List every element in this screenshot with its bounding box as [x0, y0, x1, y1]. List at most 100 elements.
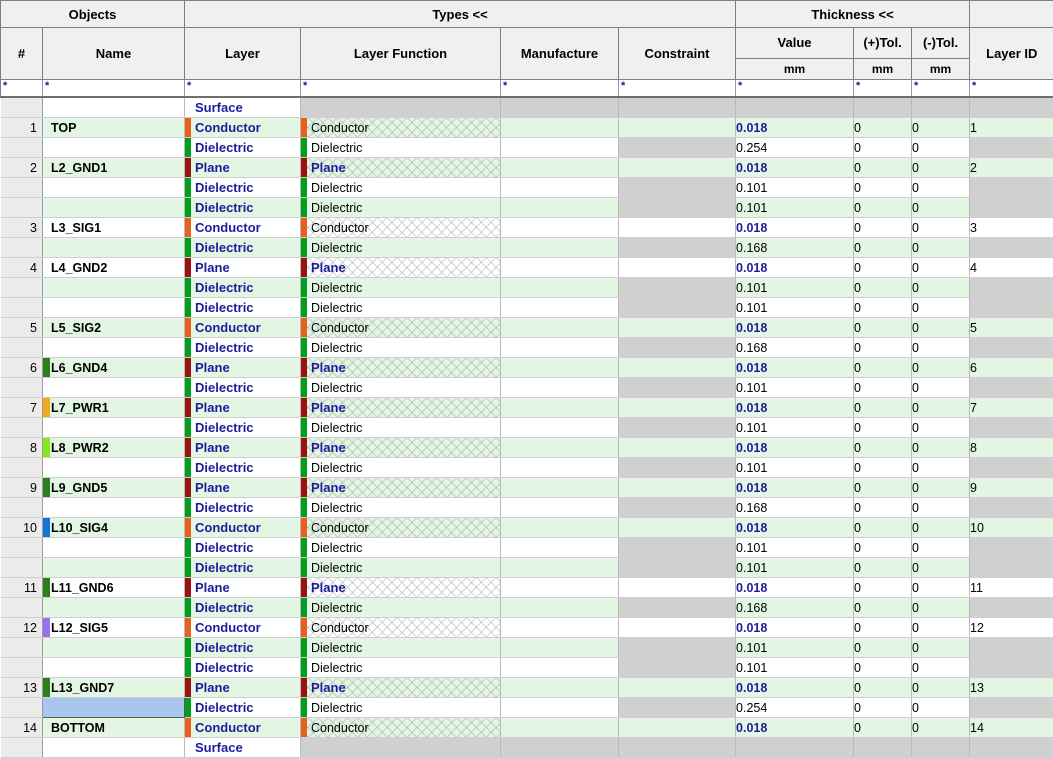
cell-manufacture[interactable] — [501, 97, 619, 118]
cell-thickness-value[interactable]: 0.101 — [736, 198, 854, 218]
cell-index[interactable] — [1, 378, 43, 398]
cell-index[interactable]: 5 — [1, 318, 43, 338]
cell-layer-id[interactable] — [970, 498, 1053, 518]
cell-minus-tolerance[interactable]: 0 — [912, 698, 970, 718]
cell-constraint[interactable] — [619, 538, 736, 558]
cell-thickness-value[interactable]: 0.018 — [736, 478, 854, 498]
header-col-manufacture[interactable]: Manufacture — [501, 28, 619, 80]
cell-minus-tolerance[interactable]: 0 — [912, 158, 970, 178]
table-row[interactable]: 11L11_GND6PlanePlane0.0180011 — [1, 578, 1053, 598]
cell-manufacture[interactable] — [501, 498, 619, 518]
cell-layer-id[interactable] — [970, 638, 1053, 658]
filter-cell-index[interactable]: * — [1, 80, 43, 98]
table-row[interactable]: DielectricDielectric0.10100 — [1, 178, 1053, 198]
cell-layer-id[interactable]: 7 — [970, 398, 1053, 418]
cell-minus-tolerance[interactable]: 0 — [912, 438, 970, 458]
cell-constraint[interactable] — [619, 498, 736, 518]
cell-manufacture[interactable] — [501, 218, 619, 238]
cell-name[interactable] — [43, 278, 185, 298]
cell-name[interactable]: L6_GND4 — [43, 358, 185, 378]
cell-name[interactable] — [43, 738, 185, 758]
cell-layer-id[interactable]: 10 — [970, 518, 1053, 538]
cell-minus-tolerance[interactable]: 0 — [912, 278, 970, 298]
cell-plus-tolerance[interactable]: 0 — [854, 198, 912, 218]
cell-layer-id[interactable] — [970, 198, 1053, 218]
cell-index[interactable] — [1, 418, 43, 438]
cell-layer-function[interactable]: Plane — [301, 478, 501, 498]
cell-constraint[interactable] — [619, 298, 736, 318]
cell-layer-function[interactable]: Dielectric — [301, 418, 501, 438]
cell-thickness-value[interactable]: 0.101 — [736, 458, 854, 478]
cell-minus-tolerance[interactable]: 0 — [912, 258, 970, 278]
cell-minus-tolerance[interactable]: 0 — [912, 578, 970, 598]
cell-minus-tolerance[interactable]: 0 — [912, 138, 970, 158]
cell-minus-tolerance[interactable] — [912, 97, 970, 118]
cell-manufacture[interactable] — [501, 538, 619, 558]
cell-minus-tolerance[interactable]: 0 — [912, 518, 970, 538]
cell-plus-tolerance[interactable]: 0 — [854, 358, 912, 378]
cell-manufacture[interactable] — [501, 618, 619, 638]
header-col-plus-tol[interactable]: (+)Tol. — [854, 28, 912, 59]
cell-layer-function[interactable]: Dielectric — [301, 278, 501, 298]
filter-cell-name[interactable]: * — [43, 80, 185, 98]
cell-layer[interactable]: Dielectric — [185, 338, 301, 358]
cell-layer-id[interactable] — [970, 178, 1053, 198]
cell-layer-id[interactable]: 14 — [970, 718, 1053, 738]
cell-layer[interactable]: Conductor — [185, 218, 301, 238]
cell-minus-tolerance[interactable]: 0 — [912, 658, 970, 678]
cell-thickness-value[interactable]: 0.018 — [736, 518, 854, 538]
cell-minus-tolerance[interactable]: 0 — [912, 458, 970, 478]
cell-layer[interactable]: Plane — [185, 478, 301, 498]
cell-constraint[interactable] — [619, 418, 736, 438]
cell-thickness-value[interactable]: 0.101 — [736, 658, 854, 678]
cell-constraint[interactable] — [619, 398, 736, 418]
cell-index[interactable]: 7 — [1, 398, 43, 418]
cell-manufacture[interactable] — [501, 598, 619, 618]
table-row[interactable]: 7L7_PWR1PlanePlane0.018007 — [1, 398, 1053, 418]
cell-layer-id[interactable] — [970, 278, 1053, 298]
cell-index[interactable]: 14 — [1, 718, 43, 738]
cell-layer-function[interactable]: Dielectric — [301, 138, 501, 158]
cell-manufacture[interactable] — [501, 358, 619, 378]
cell-layer-id[interactable]: 8 — [970, 438, 1053, 458]
cell-layer[interactable]: Dielectric — [185, 138, 301, 158]
cell-layer-id[interactable]: 13 — [970, 678, 1053, 698]
cell-manufacture[interactable] — [501, 658, 619, 678]
cell-minus-tolerance[interactable]: 0 — [912, 478, 970, 498]
cell-thickness-value[interactable]: 0.018 — [736, 438, 854, 458]
cell-layer-id[interactable] — [970, 238, 1053, 258]
cell-constraint[interactable] — [619, 238, 736, 258]
cell-layer-id[interactable] — [970, 658, 1053, 678]
cell-layer[interactable]: Surface — [185, 97, 301, 118]
table-row[interactable]: 10L10_SIG4ConductorConductor0.0180010 — [1, 518, 1053, 538]
cell-index[interactable]: 2 — [1, 158, 43, 178]
cell-thickness-value[interactable]: 0.168 — [736, 498, 854, 518]
table-row[interactable]: DielectricDielectric0.16800 — [1, 338, 1053, 358]
cell-layer[interactable]: Dielectric — [185, 498, 301, 518]
cell-name[interactable]: L2_GND1 — [43, 158, 185, 178]
cell-index[interactable]: 3 — [1, 218, 43, 238]
cell-index[interactable] — [1, 238, 43, 258]
cell-constraint[interactable] — [619, 458, 736, 478]
cell-layer-function[interactable]: Dielectric — [301, 238, 501, 258]
cell-minus-tolerance[interactable]: 0 — [912, 218, 970, 238]
cell-constraint[interactable] — [619, 478, 736, 498]
cell-manufacture[interactable] — [501, 738, 619, 758]
cell-thickness-value[interactable]: 0.018 — [736, 118, 854, 138]
cell-minus-tolerance[interactable]: 0 — [912, 678, 970, 698]
cell-layer-function[interactable]: Dielectric — [301, 558, 501, 578]
cell-minus-tolerance[interactable]: 0 — [912, 498, 970, 518]
cell-constraint[interactable] — [619, 598, 736, 618]
cell-layer[interactable]: Conductor — [185, 118, 301, 138]
cell-layer-id[interactable]: 5 — [970, 318, 1053, 338]
cell-constraint[interactable] — [619, 218, 736, 238]
cell-layer-function[interactable]: Dielectric — [301, 638, 501, 658]
cell-name[interactable] — [43, 558, 185, 578]
cell-manufacture[interactable] — [501, 298, 619, 318]
table-row[interactable]: Surface — [1, 738, 1053, 758]
table-row[interactable]: 13L13_GND7PlanePlane0.0180013 — [1, 678, 1053, 698]
cell-thickness-value[interactable]: 0.168 — [736, 238, 854, 258]
cell-name[interactable]: L8_PWR2 — [43, 438, 185, 458]
cell-layer-function[interactable]: Conductor — [301, 218, 501, 238]
cell-minus-tolerance[interactable]: 0 — [912, 178, 970, 198]
